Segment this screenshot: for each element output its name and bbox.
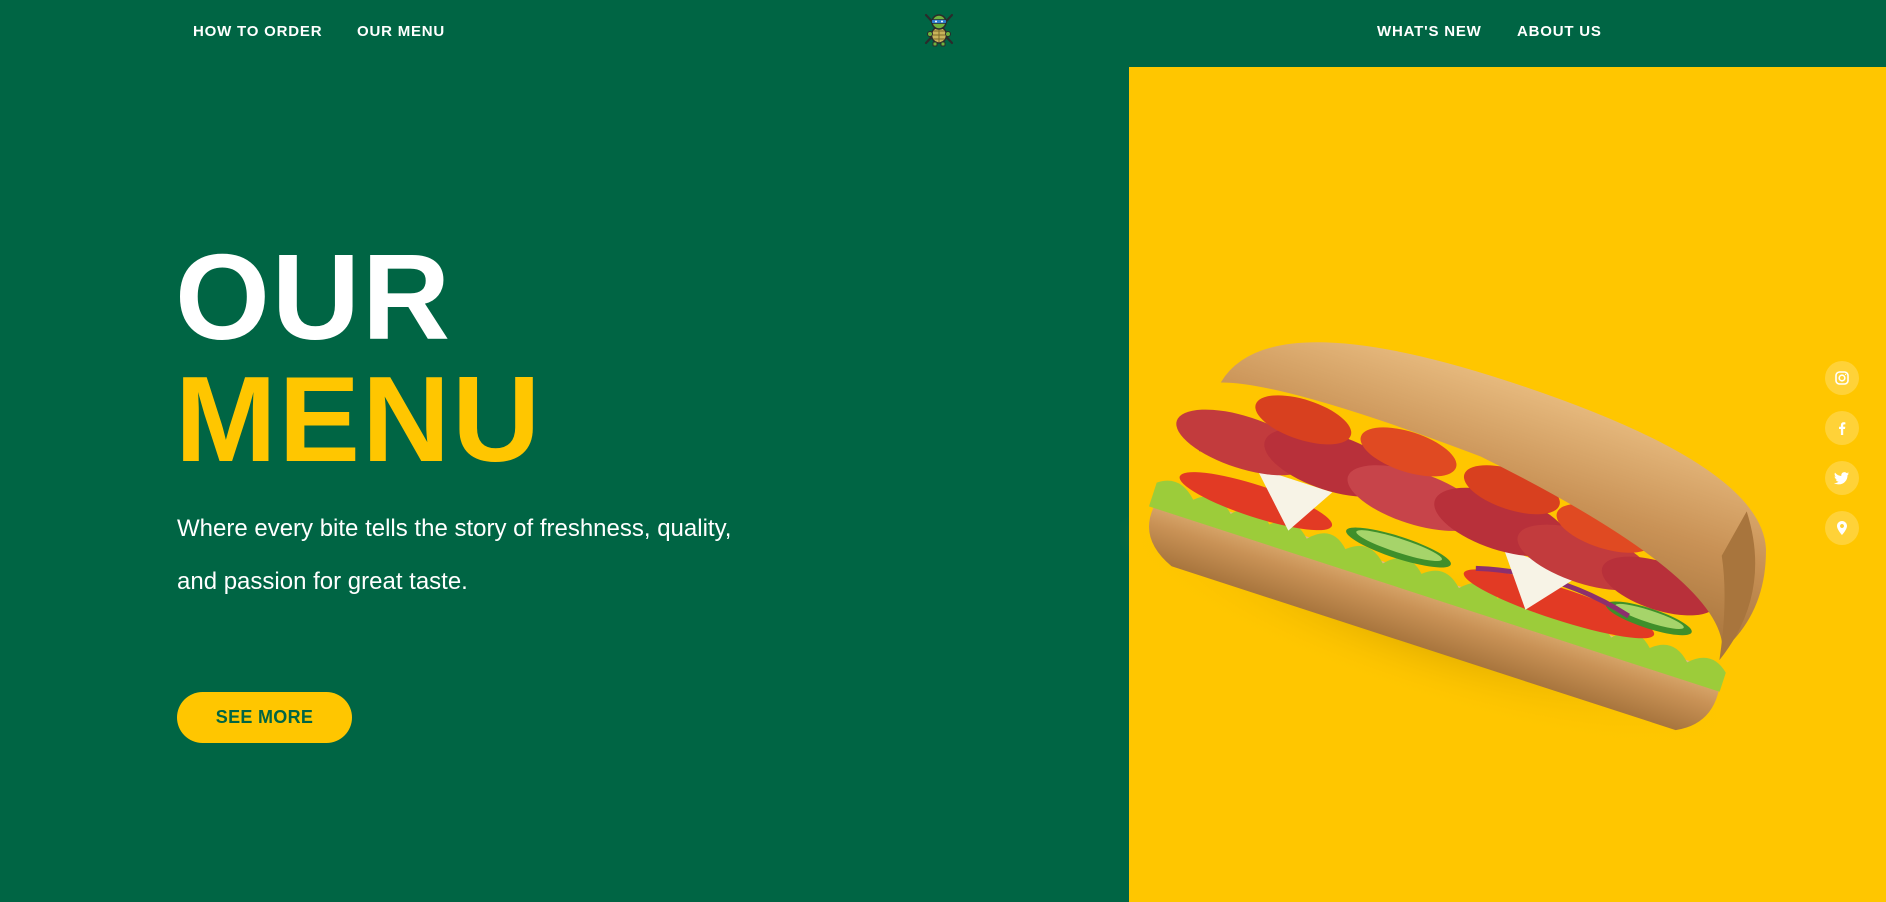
nav-about-us[interactable]: ABOUT US: [1517, 23, 1602, 40]
nav-how-to-order[interactable]: HOW TO ORDER: [193, 23, 322, 40]
top-navbar: HOW TO ORDER OUR MENU WHAT'S NEW ABOUT U…: [0, 0, 1886, 67]
see-more-button[interactable]: SEE MORE: [177, 692, 352, 743]
hero-title-line-2: MENU: [175, 351, 543, 487]
location-pin-icon[interactable]: [1825, 511, 1859, 545]
twitter-icon[interactable]: [1825, 461, 1859, 495]
instagram-icon[interactable]: [1825, 361, 1859, 395]
nav-our-menu[interactable]: OUR MENU: [357, 23, 445, 40]
facebook-icon[interactable]: [1825, 411, 1859, 445]
nav-whats-new[interactable]: WHAT'S NEW: [1377, 23, 1482, 40]
hero-title-line-1: OUR: [175, 229, 453, 365]
sub-sandwich-image: [1120, 342, 1766, 751]
hero-tagline: Where every bite tells the story of fres…: [177, 515, 732, 595]
ninja-turtle-logo-icon[interactable]: [920, 10, 958, 48]
